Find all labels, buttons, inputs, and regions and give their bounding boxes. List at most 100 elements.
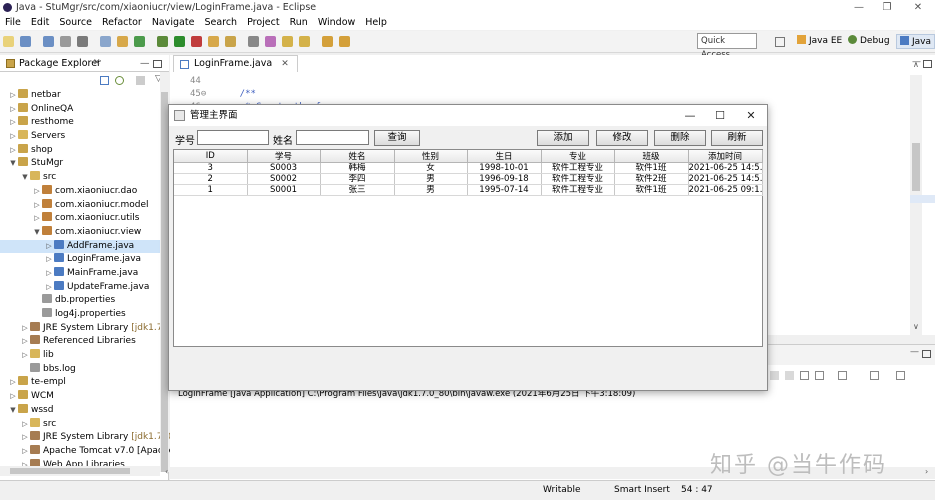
maximize-view-icon[interactable] [153,60,162,68]
collapsed-arrow-icon[interactable]: ▷ [32,199,42,213]
tree-item[interactable]: ▼ com.xiaoniucr.view [0,225,160,240]
quick-access-input[interactable]: Quick Access [697,33,757,60]
table-row[interactable]: 2 S0002 李四男 1996-09-18 软件工程专业 软件2班 2021-06-25 … [174,173,763,185]
package-explorer-tab[interactable]: Package Explorer ✕ — [0,55,169,72]
collapsed-arrow-icon[interactable]: ▷ [20,322,30,336]
maximize-icon[interactable]: ☐ [705,105,735,126]
tree-item[interactable]: ▷ te-empl [0,376,160,390]
column-header[interactable]: 性别 [394,150,468,163]
tree-item[interactable]: ▷ shop [0,143,160,158]
collapsed-arrow-icon[interactable]: ▷ [20,349,30,363]
expanded-arrow-icon[interactable]: ▼ [20,171,30,185]
collapsed-arrow-icon[interactable]: ▷ [20,418,30,432]
open-console-icon[interactable] [896,371,905,380]
explorer-horizontal-scrollbar[interactable] [0,466,160,476]
collapsed-arrow-icon[interactable]: ▷ [8,390,18,404]
tree-item[interactable]: ▷ OnlineQA [0,102,160,117]
minimize-view-icon[interactable]: — [140,55,150,72]
close-tab-icon[interactable]: ✕ [281,59,289,69]
tree-item[interactable]: ▷ com.xiaoniucr.dao [0,184,160,199]
table-row[interactable]: 3 S0003 韩梅女 1998-10-01 软件工程专业 软件1班 2021-06-25 … [174,162,763,174]
perspective-java[interactable]: Java [896,34,935,49]
collapsed-arrow-icon[interactable]: ▷ [44,253,54,267]
scrollbar-thumb[interactable] [10,468,130,474]
forward-icon[interactable] [339,36,350,47]
tree-item[interactable]: log4j.properties [0,308,160,322]
close-icon[interactable]: ✕ [904,0,932,15]
print-icon[interactable] [60,36,71,47]
tree-item[interactable]: ▷ AddFrame.java [0,239,160,254]
column-header[interactable]: 学号 [247,150,321,163]
code-line[interactable]: 45⊖ /** [190,88,348,101]
minimize-console-icon[interactable]: — [910,347,919,357]
save-all-icon[interactable] [43,36,54,47]
collapsed-arrow-icon[interactable]: ▷ [8,89,18,103]
tree-item[interactable]: ▷ resthome [0,116,160,130]
prev-annotation-icon[interactable] [299,36,310,47]
open-console-icon[interactable] [77,36,88,47]
menu-window[interactable]: Window [318,17,355,28]
menu-help[interactable]: Help [365,17,387,28]
tree-item[interactable]: ▷ MainFrame.java [0,266,160,281]
collapsed-arrow-icon[interactable]: ▷ [20,445,30,459]
collapsed-arrow-icon[interactable]: ▷ [44,240,54,254]
back-icon[interactable] [322,36,333,47]
scroll-right-icon[interactable]: › [925,467,928,476]
scroll-lock-icon[interactable] [815,371,824,380]
maximize-icon[interactable]: ❐ [873,0,901,15]
new-java-project-icon[interactable] [117,36,128,47]
run-external-icon[interactable] [191,36,202,47]
focus-icon[interactable] [136,76,145,85]
close-icon[interactable]: ✕ [736,105,766,126]
name-input[interactable] [296,130,369,145]
tree-item[interactable]: ▷ JRE System Library [jdk1.7.0_ [0,321,176,336]
run-icon[interactable] [174,36,185,47]
column-header[interactable]: ID [174,150,248,163]
column-header[interactable]: 专业 [541,150,615,163]
remove-launch-icon[interactable] [785,371,794,380]
new-class-icon[interactable] [134,36,145,47]
tree-item[interactable]: bbs.log [0,362,160,377]
menu-search[interactable]: Search [204,17,237,28]
tree-item[interactable]: ▷ Apache Tomcat v7.0 [Apache [0,444,174,459]
scroll-down-icon[interactable]: ∨ [913,322,919,331]
tree-item[interactable]: db.properties [0,294,160,308]
open-type-icon[interactable] [208,36,219,47]
perspective-java-ee[interactable]: Java EE [797,34,842,49]
column-header[interactable]: 姓名 [320,150,395,163]
add-button[interactable]: 添加 [537,130,589,146]
collapsed-arrow-icon[interactable]: ▷ [44,281,54,295]
maximize-console-icon[interactable] [922,350,931,358]
collapsed-arrow-icon[interactable]: ▷ [20,335,30,349]
minimize-icon[interactable]: — [845,0,873,15]
edit-button[interactable]: 修改 [596,130,648,146]
tree-item[interactable]: ▷ src [0,417,160,432]
open-perspective-icon[interactable] [775,37,785,47]
collapsed-arrow-icon[interactable]: ▷ [32,212,42,226]
tree-item[interactable]: ▷ LoginFrame.java [0,253,160,267]
expanded-arrow-icon[interactable]: ▼ [8,404,18,418]
menu-run[interactable]: Run [290,17,308,28]
collapsed-arrow-icon[interactable]: ▷ [8,103,18,117]
save-icon[interactable] [20,36,31,47]
collapsed-arrow-icon[interactable]: ▷ [20,431,30,445]
student-no-input[interactable] [197,130,269,145]
refresh-button[interactable]: 刷新 [711,130,763,146]
tree-item[interactable]: ▼ StuMgr [0,157,160,171]
tree-item[interactable]: ▷ Servers [0,130,160,144]
menu-project[interactable]: Project [247,17,280,28]
column-header[interactable]: 班级 [614,150,689,163]
menu-source[interactable]: Source [59,17,92,28]
terminate-icon[interactable] [770,371,779,380]
expanded-arrow-icon[interactable]: ▼ [32,226,42,240]
menu-refactor[interactable]: Refactor [102,17,142,28]
delete-button[interactable]: 删除 [654,130,706,146]
display-console-icon[interactable] [870,371,879,380]
collapsed-arrow-icon[interactable]: ▷ [44,267,54,281]
collapsed-arrow-icon[interactable]: ▷ [8,144,18,158]
open-task-icon[interactable] [225,36,236,47]
close-tab-icon[interactable]: ✕ [93,55,101,72]
editor-vertical-scrollbar[interactable] [910,75,922,335]
tree-item[interactable]: ▷ JRE System Library [jdk1.7.0_ [0,431,176,445]
collapsed-arrow-icon[interactable]: ▷ [32,185,42,199]
